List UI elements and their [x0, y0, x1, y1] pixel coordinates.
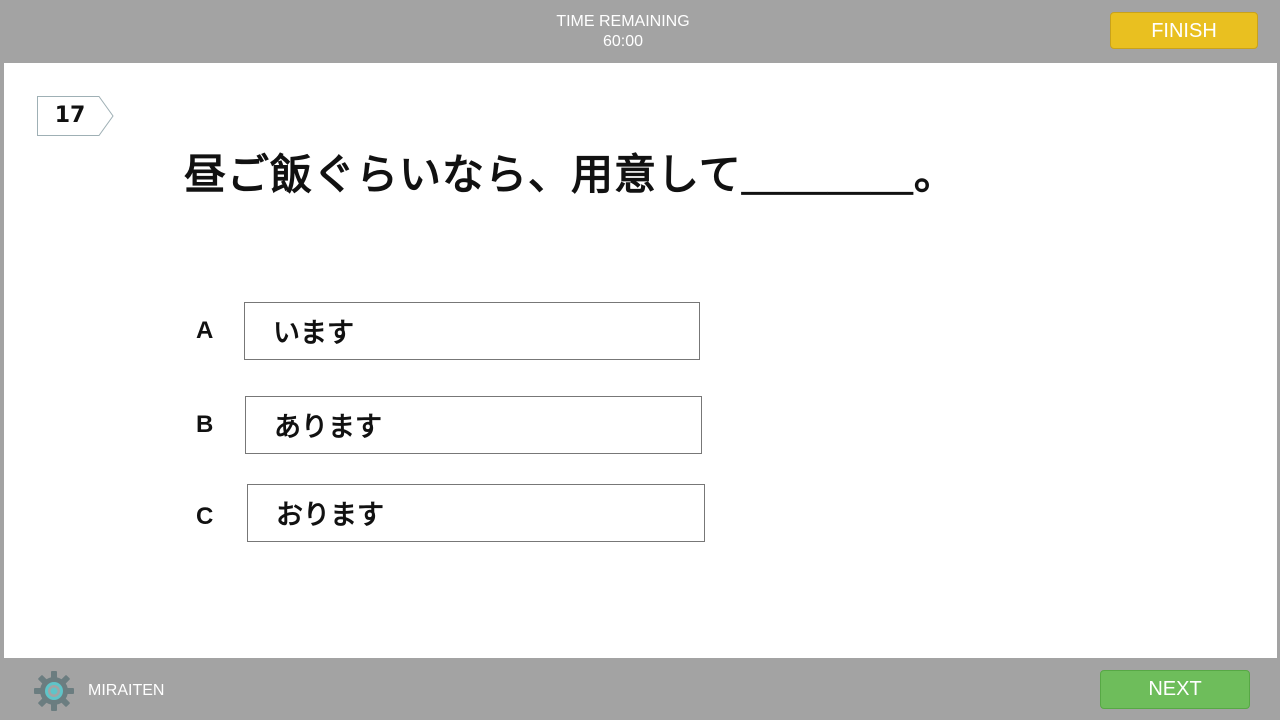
- option-a: A います: [196, 302, 706, 360]
- option-letter: B: [196, 411, 214, 438]
- option-c: C おります: [196, 484, 708, 542]
- option-c-button[interactable]: おります: [247, 484, 705, 542]
- option-a-button[interactable]: います: [244, 302, 700, 360]
- top-bar: TIME REMAINING 60:00 FINISH: [0, 0, 1280, 63]
- gear-icon: [33, 670, 75, 712]
- option-text: おります: [276, 500, 384, 531]
- question-number: 17: [54, 103, 86, 128]
- question-text: 昼ご飯ぐらいなら、用意して＿＿＿＿。: [184, 150, 957, 199]
- exam-window: TIME REMAINING 60:00 FINISH 17 昼ご飯ぐらいなら、…: [0, 0, 1280, 720]
- timer: TIME REMAINING 60:00: [490, 12, 756, 52]
- question-panel: 17 昼ご飯ぐらいなら、用意して＿＿＿＿。 A います B あります C おりま…: [4, 63, 1277, 658]
- option-text: います: [273, 318, 354, 349]
- option-letter: C: [196, 503, 214, 530]
- timer-label: TIME REMAINING: [556, 13, 690, 30]
- brand-name: MIRAITEN: [88, 682, 165, 699]
- option-text: あります: [274, 412, 382, 443]
- bottom-bar: MIRAITEN NEXT: [0, 658, 1280, 720]
- finish-button[interactable]: FINISH: [1110, 12, 1258, 49]
- option-b: B あります: [196, 396, 706, 454]
- option-b-button[interactable]: あります: [245, 396, 702, 454]
- question-number-tag: 17: [37, 96, 115, 136]
- option-letter: A: [196, 317, 214, 344]
- timer-value: 60:00: [602, 33, 644, 50]
- next-button[interactable]: NEXT: [1100, 670, 1250, 709]
